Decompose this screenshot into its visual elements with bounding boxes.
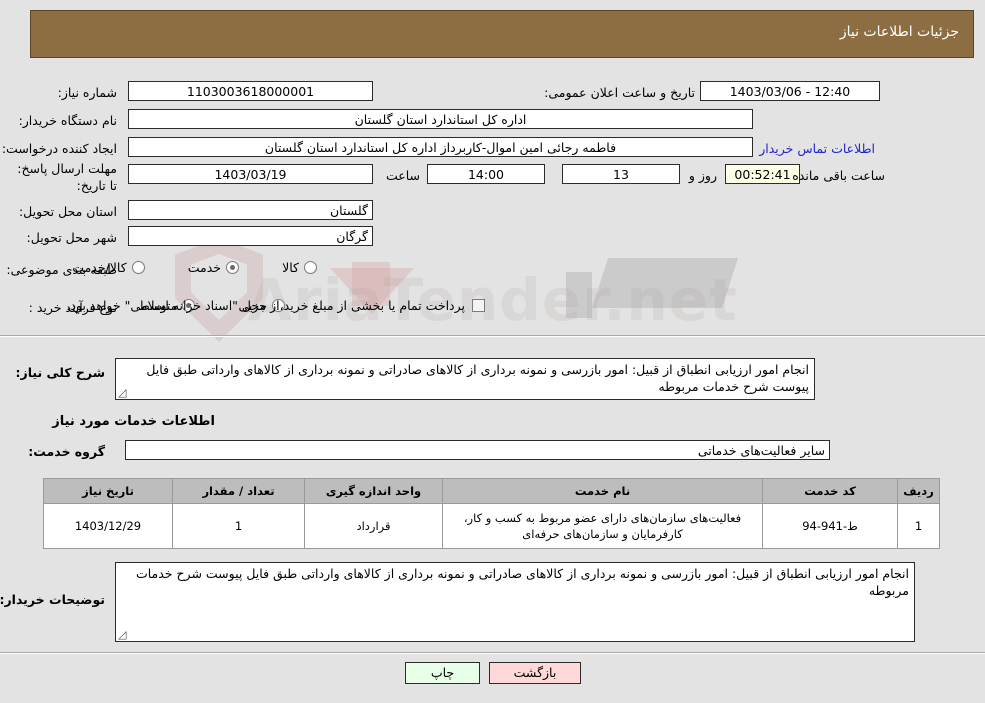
- deadline-date-value: 1403/03/19: [128, 164, 373, 184]
- buyer-contact-link[interactable]: اطلاعات تماس خریدار: [759, 141, 875, 156]
- watermark-gray-shape: [591, 258, 739, 308]
- treasury-bond-text: پرداخت تمام یا بخشی از مبلغ خرید،از محل …: [66, 298, 465, 313]
- watermark-shield-icon: [175, 238, 263, 342]
- deadline-label: مهلت ارسال پاسخ: تا تاریخ:: [17, 161, 117, 193]
- city-value: گرگان: [128, 226, 373, 246]
- resize-grip-icon[interactable]: ◺: [118, 628, 128, 641]
- resize-grip-icon[interactable]: ◺: [118, 386, 128, 399]
- table-header-need-date: تاریخ نیاز: [43, 478, 173, 504]
- countdown-suffix-label: ساعت باقی مانده: [792, 168, 885, 183]
- table-header-radif: ردیف: [897, 478, 940, 504]
- days-unit-label: روز و: [688, 168, 717, 183]
- category-option-label-0: کالا: [282, 260, 299, 275]
- cell-unit: قرارداد: [304, 503, 443, 549]
- services-section-title: اطلاعات خدمات مورد نیاز: [52, 414, 215, 429]
- print-button[interactable]: چاپ: [405, 662, 480, 684]
- watermark-gray-shape-2: [566, 272, 592, 318]
- table-row: 1 ط-941-94 فعالیت‌های سازمان‌های دارای ع…: [43, 503, 940, 549]
- treasury-bond-option[interactable]: پرداخت تمام یا بخشی از مبلغ خرید،از محل …: [66, 298, 485, 313]
- page-header: جزئیات اطلاعات نیاز: [30, 10, 974, 58]
- category-radio-kala[interactable]: کالا: [282, 260, 317, 275]
- remaining-days-value: 13: [562, 164, 680, 184]
- table-header-service-name: نام خدمت: [442, 478, 763, 504]
- buyer-notes-textarea[interactable]: انجام امور ارزیابی انطباق از قبیل: امور …: [115, 562, 915, 642]
- buyer-notes-value: انجام امور ارزیابی انطباق از قبیل: امور …: [135, 566, 909, 598]
- service-group-label: گروه خدمت:: [28, 444, 105, 459]
- page-root: AriaTender.net جزئیات اطلاعات نیاز شماره…: [0, 0, 985, 703]
- announcement-label: تاریخ و ساعت اعلان عمومی:: [544, 85, 695, 100]
- page-title: جزئیات اطلاعات نیاز: [839, 24, 959, 40]
- category-option-label-1: خدمت: [187, 260, 222, 275]
- services-table: ردیف کد خدمت نام خدمت واحد اندازه گیری ت…: [43, 478, 940, 549]
- cell-quantity: 1: [172, 503, 305, 549]
- announcement-value: 12:40 - 1403/03/06: [700, 81, 880, 101]
- countdown-value: 00:52:41: [725, 164, 800, 184]
- table-header-unit: واحد اندازه گیری: [304, 478, 443, 504]
- radio-icon[interactable]: [304, 261, 317, 274]
- city-label: شهر محل تحویل:: [26, 230, 117, 245]
- back-button[interactable]: بازگشت: [489, 662, 581, 684]
- province-label: استان محل تحویل:: [18, 204, 117, 219]
- table-header-service-code: کد خدمت: [762, 478, 898, 504]
- cell-need-date: 1403/12/29: [43, 503, 173, 549]
- hour-label: ساعت: [385, 168, 420, 183]
- cell-service-code: ط-941-94: [762, 503, 898, 549]
- creator-value: فاطمه رجائی امین اموال-کاربرداز اداره کل…: [128, 137, 753, 157]
- general-description-value: انجام امور ارزیابی انطباق از قبیل: امور …: [146, 362, 809, 394]
- need-number-label: شماره نیاز:: [57, 85, 117, 100]
- need-number-value: 1103003618000001: [128, 81, 373, 101]
- radio-icon-selected[interactable]: [226, 261, 240, 274]
- category-radio-kala-khedmat[interactable]: کالا/خدمت: [72, 260, 145, 275]
- general-description-textarea[interactable]: انجام امور ارزیابی انطباق از قبیل: امور …: [115, 358, 815, 400]
- deadline-time-value: 14:00: [427, 164, 545, 184]
- divider-bottom: [0, 652, 985, 654]
- category-option-label-2: کالا/خدمت: [72, 260, 127, 275]
- buyer-org-label: نام دستگاه خریدار:: [18, 113, 117, 128]
- table-header-row: ردیف کد خدمت نام خدمت واحد اندازه گیری ت…: [43, 478, 940, 504]
- category-radio-group[interactable]: کالا خدمت کالا/خدمت: [72, 259, 317, 278]
- category-radio-khedmat[interactable]: خدمت: [187, 260, 240, 275]
- cell-service-name: فعالیت‌های سازمان‌های دارای عضو مربوط به…: [442, 503, 763, 549]
- buyer-notes-label: توضیحات خریدار:: [0, 592, 105, 607]
- divider: [0, 335, 985, 337]
- buyer-org-value: اداره کل استاندارد استان گلستان: [128, 109, 753, 129]
- province-value: گلستان: [128, 200, 373, 220]
- service-group-value: سایر فعالیت‌های خدماتی: [125, 440, 830, 460]
- checkbox-icon[interactable]: [472, 299, 485, 312]
- general-description-label: شرح کلی نیاز:: [15, 365, 105, 380]
- cell-radif: 1: [897, 503, 940, 549]
- table-header-quantity: تعداد / مقدار: [172, 478, 305, 504]
- radio-icon[interactable]: [131, 261, 145, 274]
- creator-label: ایجاد کننده درخواست:: [1, 141, 117, 156]
